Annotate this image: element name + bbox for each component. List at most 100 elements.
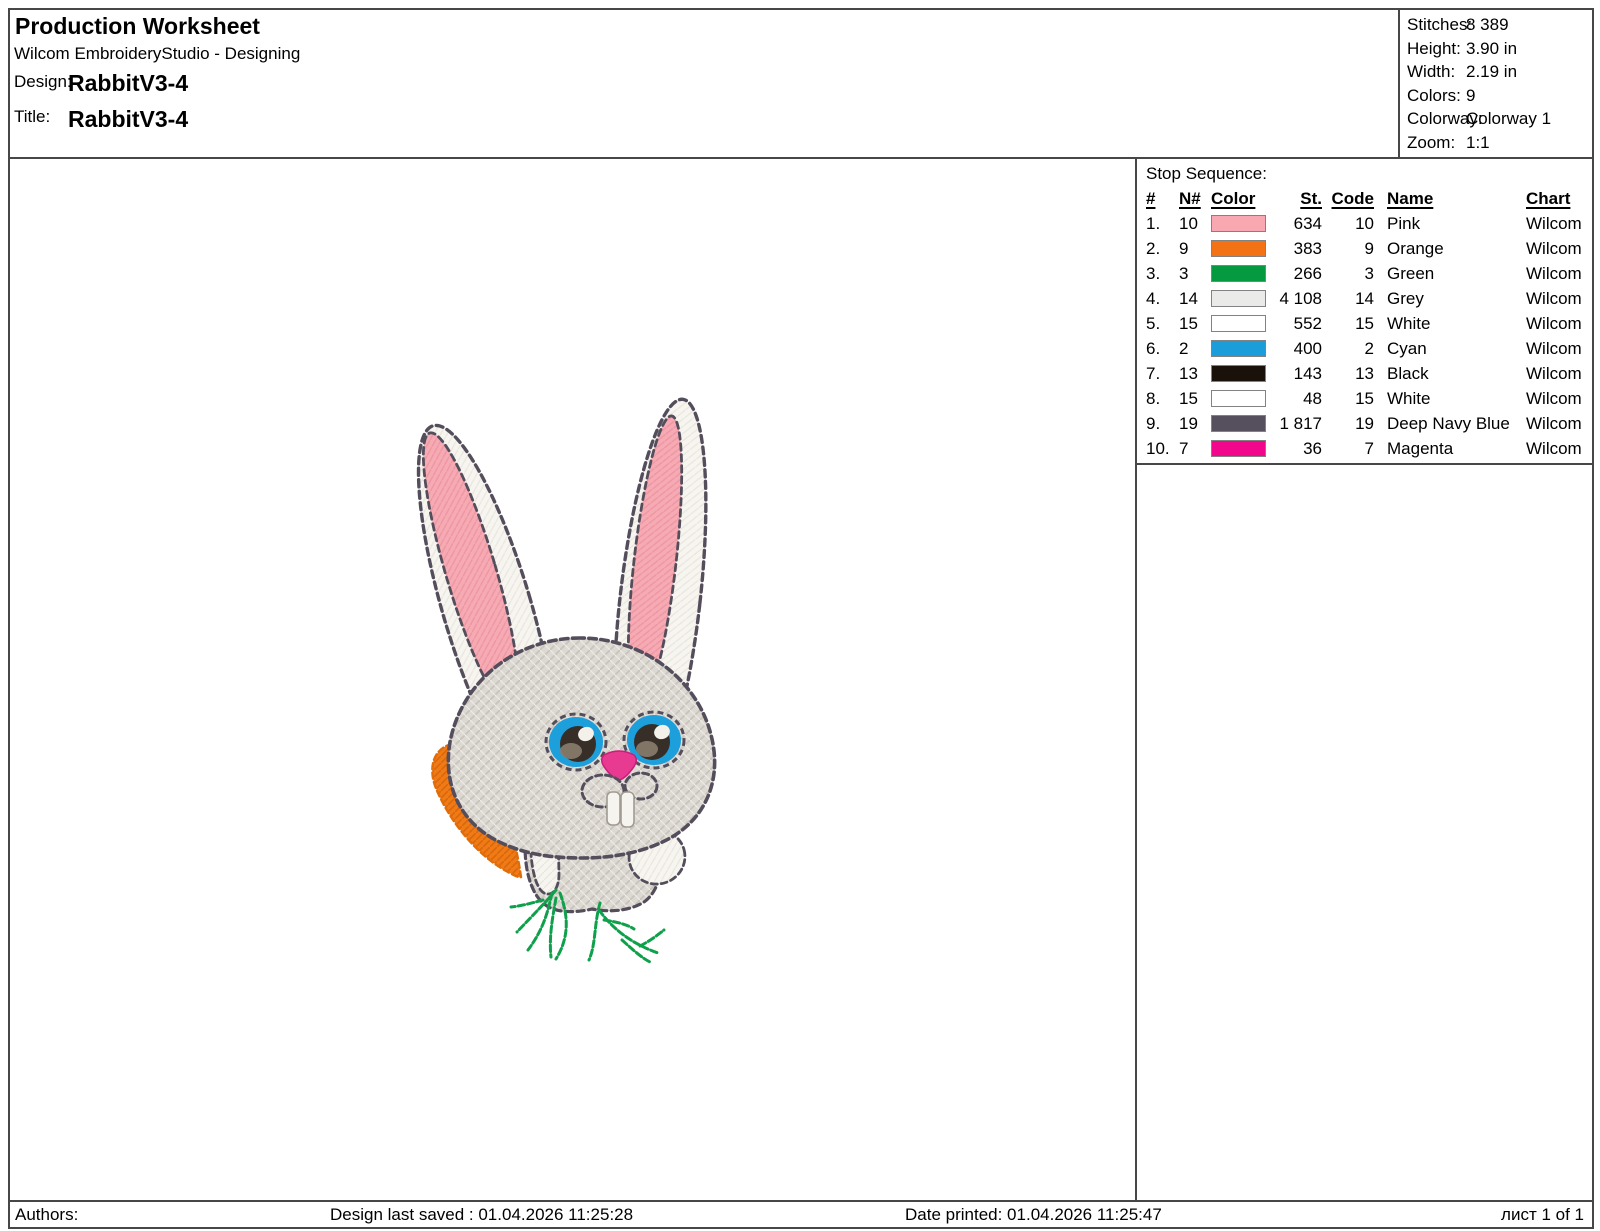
col-header-st: St. xyxy=(1272,186,1322,211)
row-chart: Wilcom xyxy=(1524,361,1592,386)
stat-width-label: Width: xyxy=(1407,60,1466,84)
row-num: 3. xyxy=(1146,261,1179,286)
row-code: 3 xyxy=(1322,261,1374,286)
row-chart: Wilcom xyxy=(1524,236,1592,261)
row-num: 8. xyxy=(1146,386,1179,411)
row-color-name: Orange xyxy=(1374,236,1524,261)
row-chart: Wilcom xyxy=(1524,286,1592,311)
row-num: 4. xyxy=(1146,286,1179,311)
stat-height-label: Height: xyxy=(1407,37,1466,61)
design-name: RabbitV3-4 xyxy=(68,70,188,97)
stat-stitches-label: Stitches: xyxy=(1407,13,1466,37)
row-color-name: White xyxy=(1374,386,1524,411)
row-chart: Wilcom xyxy=(1524,311,1592,336)
row-code: 2 xyxy=(1322,336,1374,361)
color-swatch xyxy=(1211,315,1266,332)
production-worksheet-page: { "header": { "title": "Production Works… xyxy=(0,0,1600,1231)
row-num: 1. xyxy=(1146,211,1179,236)
stat-colors-value: 9 xyxy=(1466,86,1475,105)
row-stitches: 1 817 xyxy=(1272,411,1322,436)
embroidery-design-rabbit xyxy=(400,388,730,968)
row-color xyxy=(1210,361,1272,386)
row-color-name: Magenta xyxy=(1374,436,1524,461)
row-code: 10 xyxy=(1322,211,1374,236)
row-num: 5. xyxy=(1146,311,1179,336)
rabbit-teeth xyxy=(607,792,634,827)
color-swatch xyxy=(1211,440,1266,457)
sheet-number: лист 1 of 1 xyxy=(1501,1202,1584,1227)
row-num: 9. xyxy=(1146,411,1179,436)
row-stitches: 36 xyxy=(1272,436,1322,461)
row-color-name: Deep Navy Blue xyxy=(1374,411,1524,436)
col-header-num: # xyxy=(1146,186,1179,211)
color-swatch xyxy=(1211,340,1266,357)
row-color xyxy=(1210,311,1272,336)
title-name: RabbitV3-4 xyxy=(68,106,188,133)
row-color-name: Pink xyxy=(1374,211,1524,236)
row-stitches: 383 xyxy=(1272,236,1322,261)
row-color-name: Cyan xyxy=(1374,336,1524,361)
row-stitches: 4 108 xyxy=(1272,286,1322,311)
design-label: Design: xyxy=(14,72,72,92)
title-label: Title: xyxy=(14,107,50,127)
row-n: 9 xyxy=(1179,236,1210,261)
row-color xyxy=(1210,436,1272,461)
stat-width: Width:2.19 in xyxy=(1407,60,1592,84)
design-canvas xyxy=(10,159,1135,1200)
row-code: 13 xyxy=(1322,361,1374,386)
stop-sequence-panel: Stop Sequence: # N# Color St. Code Name … xyxy=(1135,159,1592,1200)
row-color xyxy=(1210,286,1272,311)
footer-bar: Authors: Design last saved : 01.04.2026 … xyxy=(10,1200,1592,1227)
design-stats-panel: Stitches:8 389 Height:3.90 in Width:2.19… xyxy=(1398,10,1592,157)
row-num: 10. xyxy=(1146,436,1179,461)
color-swatch xyxy=(1211,365,1266,382)
authors-label: Authors: xyxy=(15,1202,78,1227)
row-chart: Wilcom xyxy=(1524,411,1592,436)
row-color xyxy=(1210,386,1272,411)
row-color-name: Green xyxy=(1374,261,1524,286)
stat-zoom-value: 1:1 xyxy=(1466,133,1490,152)
row-n: 3 xyxy=(1179,261,1210,286)
row-n: 19 xyxy=(1179,411,1210,436)
row-chart: Wilcom xyxy=(1524,436,1592,461)
row-n: 10 xyxy=(1179,211,1210,236)
page-title: Production Worksheet xyxy=(15,13,260,40)
stat-width-value: 2.19 in xyxy=(1466,62,1517,81)
col-header-name: Name xyxy=(1374,186,1524,211)
row-num: 7. xyxy=(1146,361,1179,386)
last-saved-text: Design last saved : 01.04.2026 11:25:28 xyxy=(330,1202,633,1227)
row-n: 13 xyxy=(1179,361,1210,386)
row-color xyxy=(1210,236,1272,261)
color-swatch xyxy=(1211,415,1266,432)
row-code: 9 xyxy=(1322,236,1374,261)
header-section: Production Worksheet Wilcom EmbroiderySt… xyxy=(10,10,1592,159)
row-n: 15 xyxy=(1179,386,1210,411)
row-stitches: 552 xyxy=(1272,311,1322,336)
row-stitches: 48 xyxy=(1272,386,1322,411)
row-n: 2 xyxy=(1179,336,1210,361)
row-color-name: Grey xyxy=(1374,286,1524,311)
row-n: 14 xyxy=(1179,286,1210,311)
row-num: 6. xyxy=(1146,336,1179,361)
row-color xyxy=(1210,336,1272,361)
stat-colorway: Colorway:Colorway 1 xyxy=(1407,107,1592,131)
row-chart: Wilcom xyxy=(1524,261,1592,286)
color-swatch xyxy=(1211,390,1266,407)
row-n: 15 xyxy=(1179,311,1210,336)
row-code: 7 xyxy=(1322,436,1374,461)
row-color-name: White xyxy=(1374,311,1524,336)
row-color xyxy=(1210,211,1272,236)
date-printed-text: Date printed: 01.04.2026 11:25:47 xyxy=(905,1202,1162,1227)
stat-zoom: Zoom:1:1 xyxy=(1407,131,1592,155)
stat-colors: Colors:9 xyxy=(1407,84,1592,108)
app-subtitle: Wilcom EmbroideryStudio - Designing xyxy=(14,44,300,64)
row-stitches: 143 xyxy=(1272,361,1322,386)
stat-zoom-label: Zoom: xyxy=(1407,131,1466,155)
stat-height-value: 3.90 in xyxy=(1466,39,1517,58)
stop-sequence-title: Stop Sequence: xyxy=(1146,162,1592,186)
stat-colors-label: Colors: xyxy=(1407,84,1466,108)
row-code: 19 xyxy=(1322,411,1374,436)
row-chart: Wilcom xyxy=(1524,211,1592,236)
row-n: 7 xyxy=(1179,436,1210,461)
col-header-color: Color xyxy=(1210,186,1272,211)
